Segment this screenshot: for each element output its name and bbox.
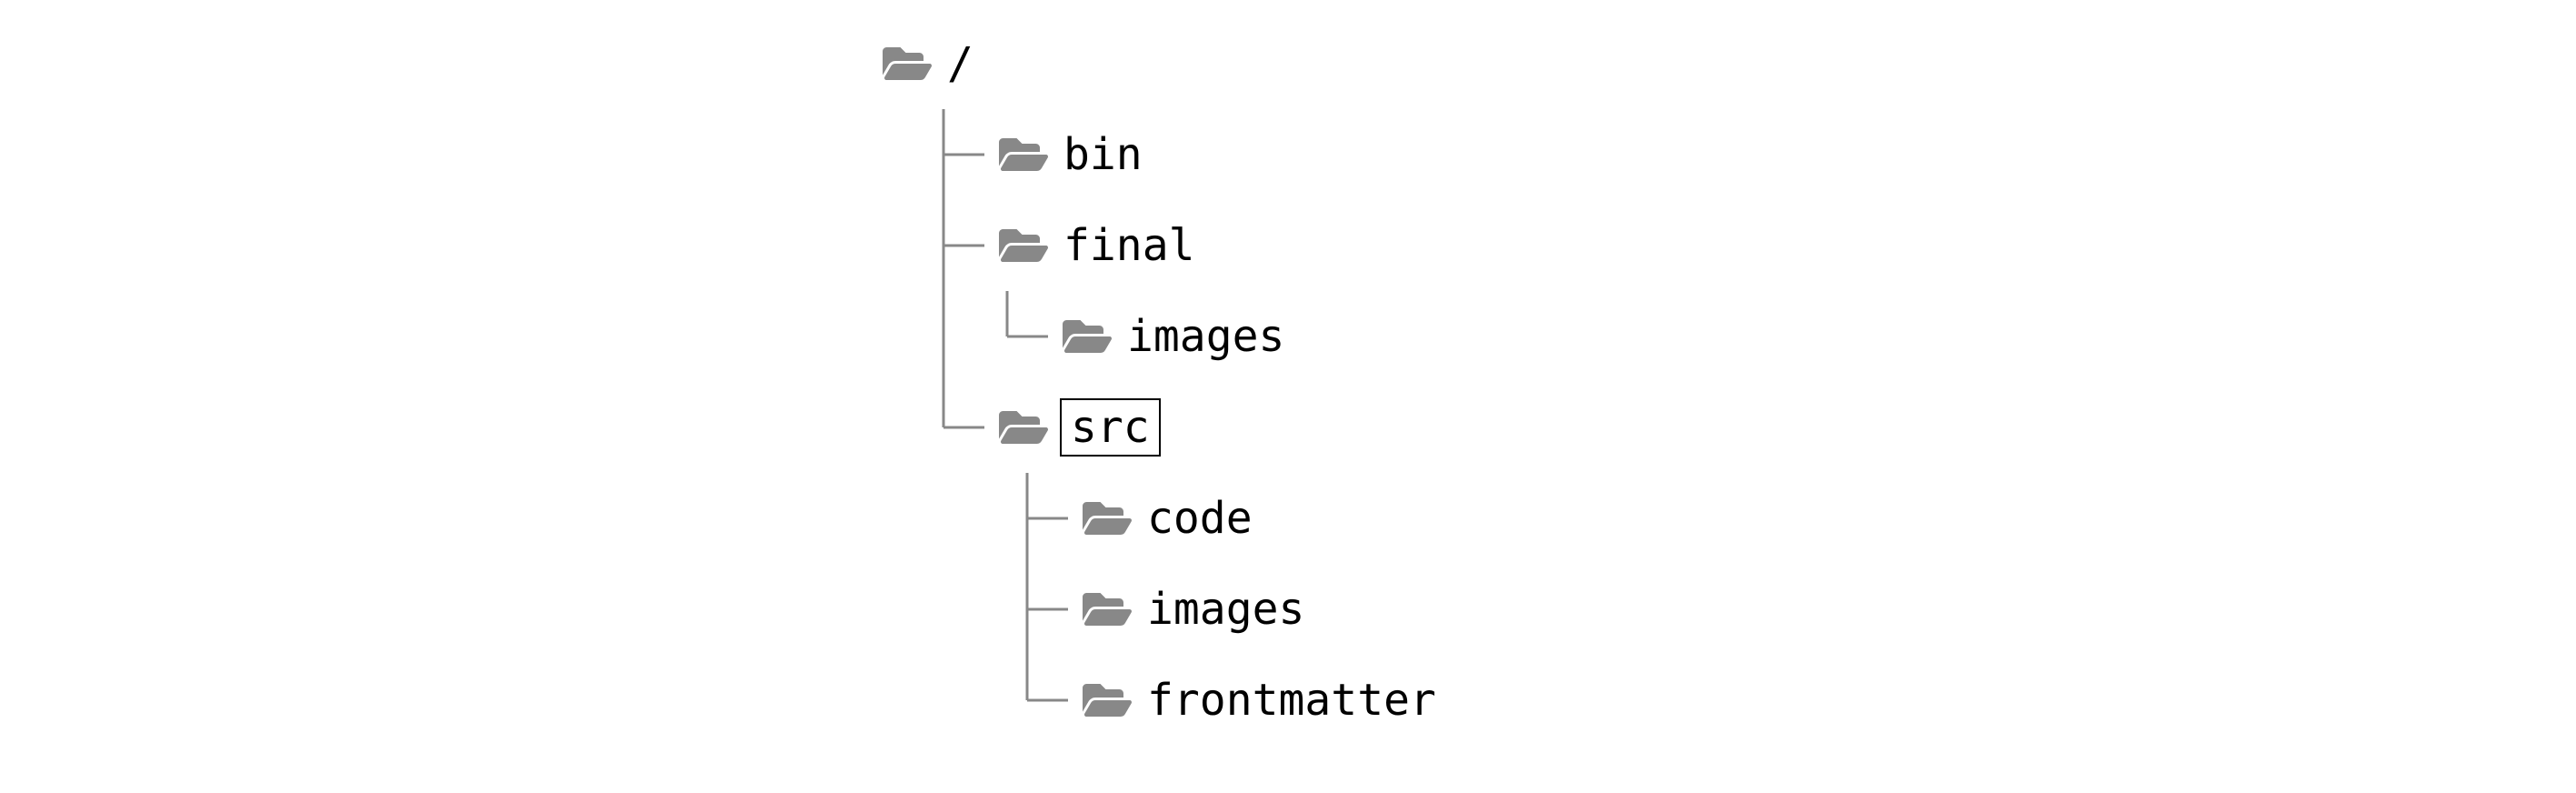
- folder-open-icon: [998, 133, 1049, 176]
- tree-row: images: [882, 291, 1440, 382]
- tree-label: images: [1123, 311, 1288, 362]
- tree-label: final: [1060, 220, 1199, 271]
- tree-connector-tee: [1018, 564, 1082, 655]
- folder-open-icon: [882, 42, 933, 85]
- tree-row: src: [882, 382, 1440, 473]
- directory-tree: / bin final: [882, 18, 1440, 746]
- tree-connector-elbow: [998, 291, 1062, 382]
- tree-label-boxed: src: [1060, 398, 1161, 457]
- tree-row: code: [882, 473, 1440, 564]
- tree-connector-passthrough: [934, 291, 998, 382]
- tree-label-root: /: [944, 38, 977, 89]
- folder-open-icon: [1082, 587, 1133, 631]
- tree-label: code: [1143, 493, 1256, 544]
- tree-connector-elbow: [1018, 655, 1082, 746]
- tree-label: images: [1143, 584, 1308, 635]
- folder-open-icon: [1082, 678, 1133, 722]
- tree-row: final: [882, 200, 1440, 291]
- tree-row: frontmatter: [882, 655, 1440, 746]
- folder-open-icon: [998, 406, 1049, 449]
- tree-label: frontmatter: [1143, 675, 1440, 726]
- tree-label: bin: [1060, 129, 1146, 180]
- tree-connector-tee: [934, 109, 998, 200]
- tree-connector-elbow: [934, 382, 998, 473]
- tree-connector-tee: [934, 200, 998, 291]
- tree-row: bin: [882, 109, 1440, 200]
- tree-row: images: [882, 564, 1440, 655]
- folder-open-icon: [998, 224, 1049, 267]
- folder-open-icon: [1062, 315, 1113, 358]
- tree-connector-tee: [1018, 473, 1082, 564]
- tree-row-root: /: [882, 18, 1440, 109]
- folder-open-icon: [1082, 497, 1133, 540]
